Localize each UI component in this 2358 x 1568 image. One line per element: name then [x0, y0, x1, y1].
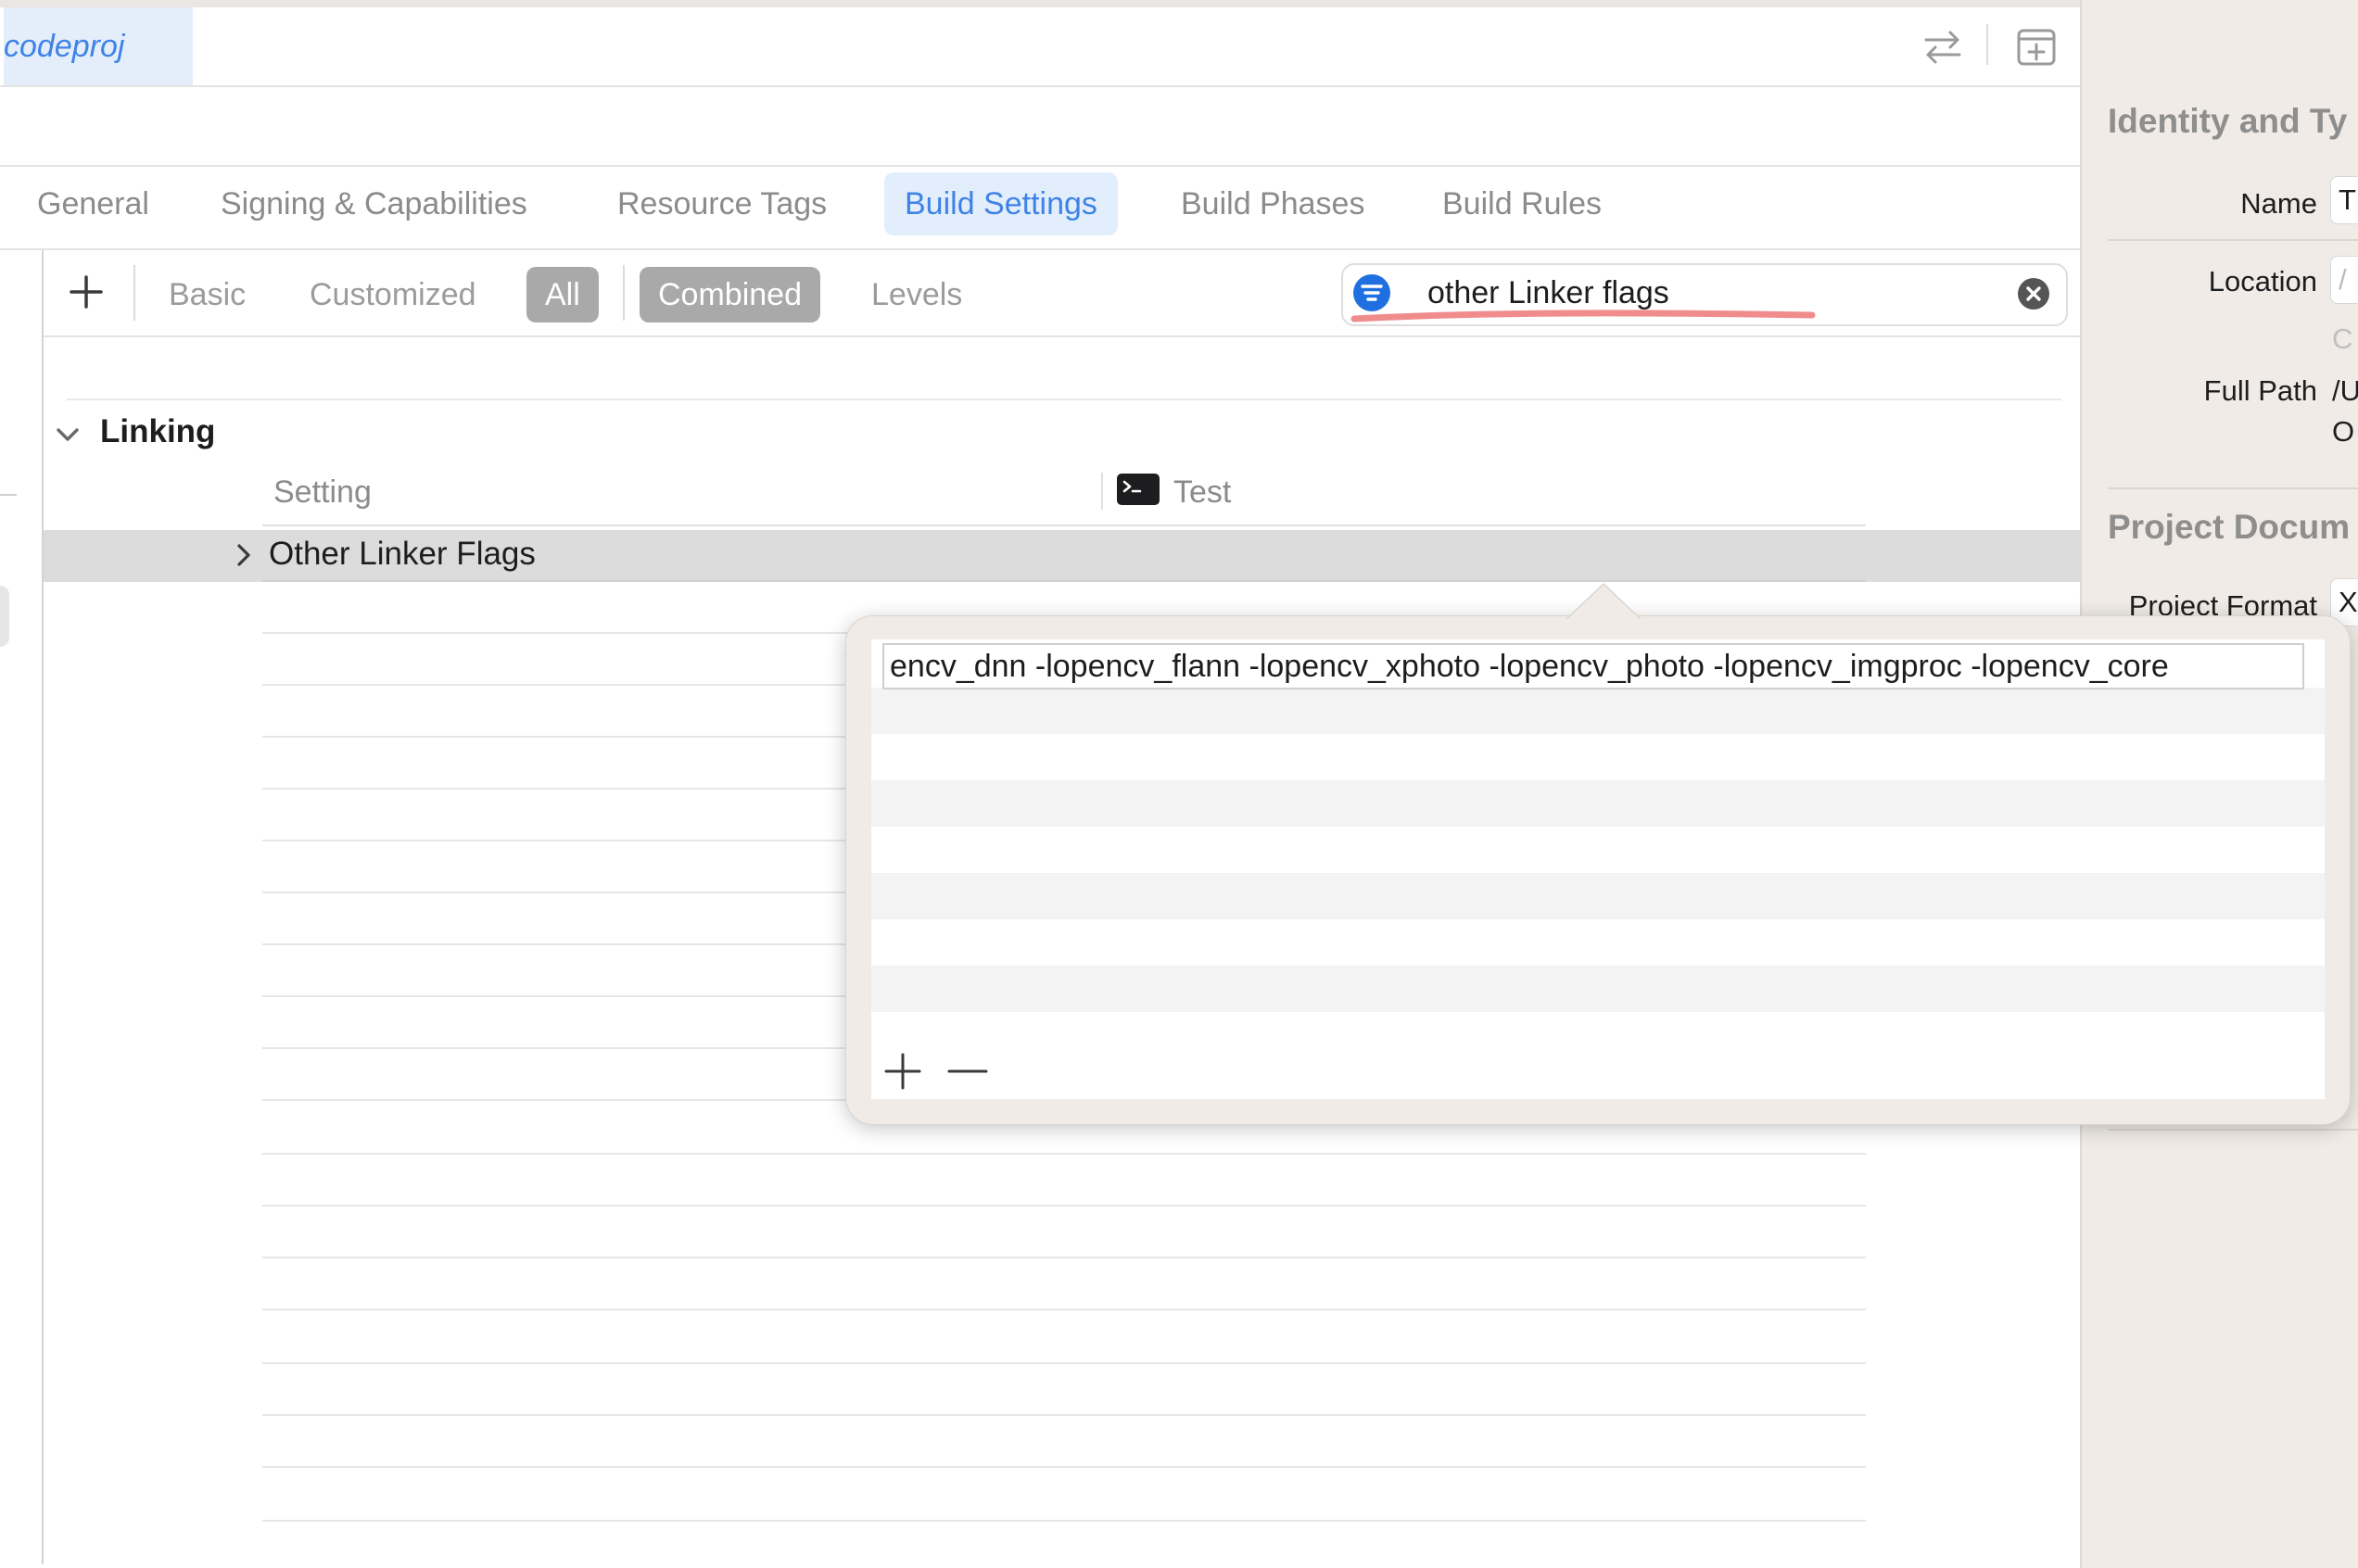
add-editor-icon[interactable] — [2011, 22, 2061, 72]
terminal-icon — [1117, 474, 1160, 505]
list-stripe — [871, 688, 2325, 734]
tab-signing-capabilities[interactable]: Signing & Capabilities — [200, 172, 548, 235]
tabs-divider — [0, 248, 2080, 250]
inspector-full-path-label: Full Path — [2203, 374, 2317, 407]
editor-tabs: General Signing & Capabilities Resource … — [0, 172, 2080, 247]
window-top-strip — [0, 0, 2080, 7]
sidebar-tick — [0, 494, 17, 496]
filter-separator — [623, 265, 625, 321]
table-row-line — [262, 1205, 1866, 1207]
add-value-icon[interactable] — [882, 1051, 923, 1092]
file-tab-label: codeproj — [4, 28, 125, 64]
filter-combined[interactable]: Combined — [640, 267, 820, 322]
filter-all[interactable]: All — [526, 267, 599, 322]
linker-flags-input[interactable]: encv_dnn -lopencv_flann -lopencv_xphoto … — [882, 643, 2304, 689]
list-stripe — [871, 873, 2325, 919]
section-title[interactable]: Linking — [100, 413, 215, 450]
tab-general[interactable]: General — [17, 172, 170, 235]
filter-basic[interactable]: Basic — [150, 267, 264, 322]
header-row-divider — [262, 525, 1866, 526]
sidebar-handle[interactable] — [0, 586, 9, 647]
inspector-project-document-title: Project Docum — [2108, 508, 2351, 546]
filter-customized[interactable]: Customized — [291, 267, 495, 322]
editor-left-border — [42, 250, 44, 1564]
tab-build-rules[interactable]: Build Rules — [1422, 172, 1622, 235]
inspector-divider — [2108, 239, 2358, 241]
inspector-identity-title: Identity and Ty — [2108, 102, 2348, 140]
table-row-line — [262, 1414, 1866, 1416]
inspector-location-label: Location — [2208, 265, 2317, 297]
chevron-down-icon[interactable] — [54, 421, 82, 449]
inspector-name-label: Name — [2240, 187, 2317, 220]
setting-name[interactable]: Other Linker Flags — [269, 536, 536, 573]
header-divider — [0, 165, 2080, 167]
table-row-line — [262, 1257, 1866, 1258]
filter-separator — [133, 265, 135, 321]
swap-icon[interactable] — [1917, 24, 1969, 70]
chevron-right-icon[interactable] — [232, 541, 256, 569]
column-header-setting: Setting — [273, 474, 372, 510]
section-top-divider — [67, 398, 2061, 400]
tab-resource-tags[interactable]: Resource Tags — [597, 172, 847, 235]
table-row-line — [262, 1362, 1866, 1364]
table-row-line — [262, 1309, 1866, 1310]
clear-search-icon[interactable] — [2017, 277, 2050, 310]
popover-value-list: encv_dnn -lopencv_flann -lopencv_xphoto … — [871, 639, 2325, 1099]
remove-value-icon[interactable] — [947, 1051, 988, 1092]
add-setting-icon[interactable] — [61, 265, 111, 319]
filter-levels[interactable]: Levels — [853, 267, 981, 322]
inspector-location-subvalue: C — [2332, 322, 2353, 355]
inspector-divider — [2108, 487, 2358, 489]
inspector-full-path-value-line2: O — [2332, 415, 2355, 448]
inspector-location-field[interactable]: / — [2330, 256, 2358, 304]
inspector-divider — [2108, 1129, 2358, 1131]
tab-build-phases[interactable]: Build Phases — [1160, 172, 1385, 235]
tabbar-divider — [0, 85, 2080, 87]
list-stripe — [871, 780, 2325, 827]
filterbar-divider — [44, 335, 2080, 337]
tab-build-settings[interactable]: Build Settings — [884, 172, 1118, 235]
annotation-underline — [1349, 304, 1819, 326]
inspector-name-field[interactable]: T — [2330, 176, 2358, 224]
popover-arrow — [1566, 582, 1642, 620]
column-header-target: Test — [1173, 474, 1232, 510]
table-row-line — [262, 1153, 1866, 1155]
file-tab[interactable]: codeproj — [4, 7, 193, 85]
list-stripe — [871, 966, 2325, 1012]
table-row-line — [262, 1520, 1866, 1522]
toolbar-separator — [1986, 24, 1988, 65]
table-row-line — [262, 1466, 1866, 1468]
column-separator — [1101, 473, 1103, 510]
inspector-full-path-value: /U — [2332, 374, 2358, 407]
